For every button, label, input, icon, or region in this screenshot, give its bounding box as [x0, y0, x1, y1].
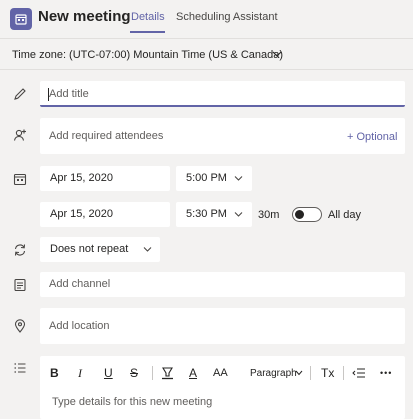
- clear-formatting-button[interactable]: Tx: [321, 366, 334, 380]
- repeat-icon: [14, 244, 26, 256]
- location-pin-icon: [14, 319, 26, 333]
- highlight-icon[interactable]: [160, 365, 175, 380]
- start-date-value: Apr 15, 2020: [50, 172, 113, 184]
- font-size-button[interactable]: AA: [213, 366, 228, 380]
- timezone-divider: [0, 69, 413, 70]
- chevron-down-icon[interactable]: [272, 50, 282, 58]
- location-placeholder: Add location: [49, 320, 110, 332]
- paragraph-style-dropdown[interactable]: Paragraph: [250, 367, 297, 381]
- chevron-down-icon[interactable]: [234, 211, 243, 218]
- underline-button[interactable]: U: [104, 366, 113, 380]
- channel-placeholder: Add channel: [49, 278, 111, 290]
- strikethrough-button[interactable]: S: [130, 366, 138, 380]
- optional-attendees-link[interactable]: + Optional: [347, 131, 397, 143]
- end-date-value: Apr 15, 2020: [50, 208, 113, 220]
- chevron-down-icon[interactable]: [234, 175, 243, 182]
- start-time-value: 5:00 PM: [186, 172, 227, 184]
- page-title: New meeting: [38, 8, 131, 25]
- chevron-down-icon[interactable]: [295, 370, 303, 376]
- toolbar-divider: [152, 366, 153, 380]
- tab-details[interactable]: Details: [131, 11, 165, 23]
- all-day-toggle[interactable]: [292, 207, 322, 222]
- timezone-selector[interactable]: Time zone: (UTC-07:00) Mountain Time (US…: [12, 49, 283, 61]
- add-person-icon: [13, 129, 26, 141]
- toolbar-divider: [343, 366, 344, 380]
- more-options-button[interactable]: •••: [380, 366, 392, 380]
- all-day-label: All day: [328, 209, 362, 221]
- channel-icon: [14, 278, 26, 292]
- font-color-button[interactable]: A: [189, 366, 197, 380]
- calendar-icon: [10, 8, 32, 30]
- active-tab-indicator: [130, 31, 165, 33]
- calendar-icon: [13, 173, 27, 186]
- duration-label: 30m: [258, 209, 280, 221]
- end-time-value: 5:30 PM: [186, 208, 227, 220]
- attendees-placeholder: Add required attendees: [49, 130, 164, 142]
- bold-button[interactable]: B: [50, 366, 59, 380]
- title-placeholder: Add title: [49, 88, 89, 100]
- pencil-icon: [14, 88, 26, 100]
- chevron-down-icon[interactable]: [143, 246, 152, 253]
- repeat-value: Does not repeat: [50, 243, 129, 255]
- toggle-knob: [295, 210, 304, 219]
- header-divider: [0, 38, 413, 39]
- details-placeholder: Type details for this new meeting: [52, 396, 213, 408]
- details-list-icon: [14, 363, 26, 373]
- header: New meeting Details Scheduling Assistant: [0, 0, 413, 38]
- decrease-indent-icon[interactable]: [352, 366, 366, 380]
- toolbar-divider: [310, 366, 311, 380]
- italic-button[interactable]: I: [78, 366, 82, 380]
- title-input[interactable]: [40, 81, 405, 107]
- tab-scheduling-assistant[interactable]: Scheduling Assistant: [176, 11, 278, 23]
